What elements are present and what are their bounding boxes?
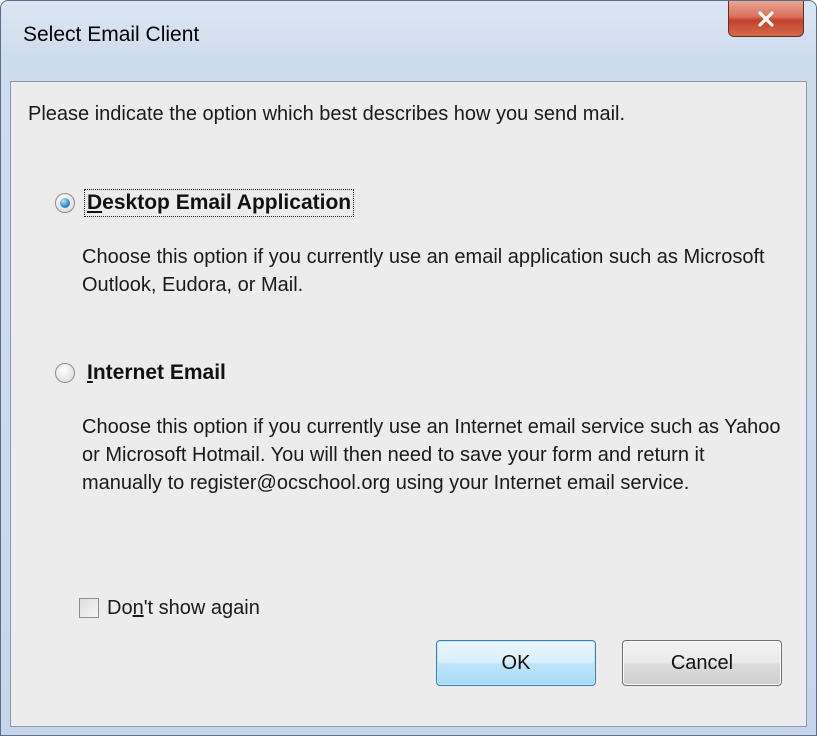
option-desktop-email[interactable]: Desktop Email Application <box>55 189 355 217</box>
radio-internet-email[interactable] <box>55 363 75 383</box>
dont-show-again-row[interactable]: Don't show again <box>79 594 260 622</box>
access-key-n: n <box>132 597 144 619</box>
dont-show-again-checkbox[interactable] <box>79 598 99 618</box>
option-internet-email[interactable]: Internet Email <box>55 360 228 386</box>
dialog-body: Please indicate the option which best de… <box>10 81 807 727</box>
option-internet-description: Choose this option if you currently use … <box>82 416 781 494</box>
prompt-text: Please indicate the option which best de… <box>28 103 626 125</box>
dialog-window: Select Email Client Please indicate the … <box>0 0 817 736</box>
ok-button[interactable]: OK <box>436 640 596 686</box>
radio-desktop-email[interactable] <box>55 193 75 213</box>
close-icon <box>757 10 775 27</box>
title-bar[interactable]: Select Email Client <box>1 1 816 81</box>
radio-label-internet-email[interactable]: Internet Email <box>85 360 228 386</box>
cancel-button[interactable]: Cancel <box>622 640 782 686</box>
close-button[interactable] <box>728 1 804 37</box>
radio-label-desktop-email[interactable]: Desktop Email Application <box>83 189 355 217</box>
option-desktop-description: Choose this option if you currently use … <box>82 246 765 296</box>
dont-show-again-label[interactable]: Don't show again <box>107 594 260 622</box>
window-title: Select Email Client <box>23 23 200 46</box>
access-key-d: D <box>87 191 103 214</box>
